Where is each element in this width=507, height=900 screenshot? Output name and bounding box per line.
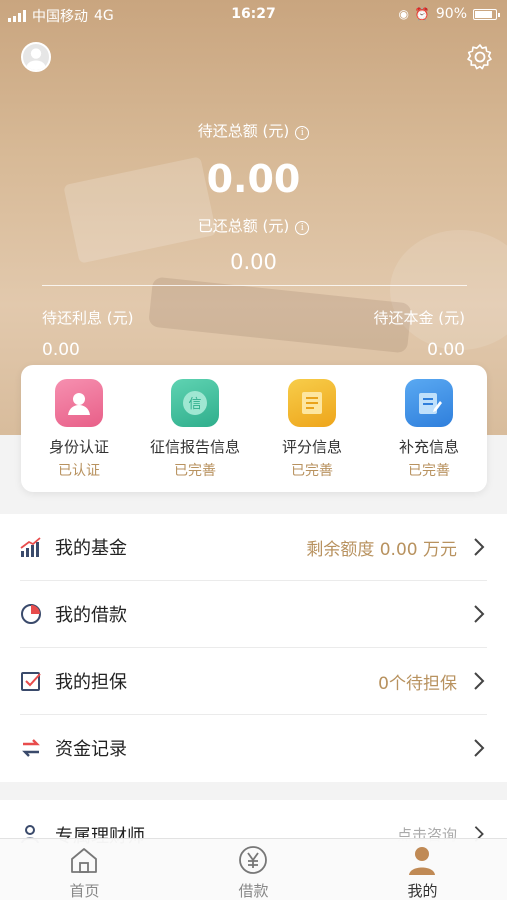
chevron-right-icon [474,672,485,690]
pending-interest-value: 0.00 [42,340,80,360]
tab-loan[interactable]: 借款 [169,839,338,900]
feature-score[interactable]: 评分信息 已完善 [254,365,370,492]
chevron-right-icon [474,538,485,556]
menu-item-fund[interactable]: 我的基金 剩余额度 0.00 万元 [0,514,507,581]
info-icon[interactable]: i [295,126,310,140]
menu-item-guarantee[interactable]: 我的担保 0个待担保 [0,648,507,715]
menu-item-loan[interactable]: 我的借款 [0,581,507,648]
tab-profile[interactable]: 我的 [338,839,507,900]
divider [42,285,467,286]
feature-supplement[interactable]: 补充信息 已完善 [371,365,487,492]
repaid-total-label: 已还总额 (元) i [0,215,507,236]
tab-label: 我的 [407,882,438,900]
score-icon [288,379,336,427]
supplement-icon [405,379,453,427]
svg-text:信: 信 [188,397,201,412]
feature-title: 补充信息 [398,438,459,456]
chevron-right-icon [474,739,485,757]
pending-principal-value: 0.00 [427,340,465,360]
feature-credit-report[interactable]: 信 征信报告信息 已完善 [137,365,253,492]
menu-title: 资金记录 [55,739,127,760]
alarm-icon: ⏰ [414,7,430,21]
feature-title: 征信报告信息 [149,438,240,456]
feature-title: 身份认证 [48,438,109,456]
menu-item-records[interactable]: 资金记录 [0,715,507,782]
tab-label: 首页 [69,882,100,900]
menu-title: 我的基金 [55,538,127,559]
guarantee-icon [21,672,41,691]
menu-title: 我的借款 [55,605,127,626]
avatar[interactable] [21,42,51,72]
yen-icon [239,846,267,874]
repaid-total-label-text: 已还总额 (元) [197,217,290,235]
chevron-right-icon [474,605,485,623]
avatar-icon [26,48,46,70]
info-icon[interactable]: i [295,221,310,235]
verification-card: 身份认证 已认证 信 征信报告信息 已完善 评分信息 已完善 补充信息 已完善 [21,365,487,492]
repaid-total-value: 0.00 [230,250,277,274]
loan-pie-icon [21,604,41,624]
lock-rotation-icon: ◉ [398,7,409,21]
id-auth-icon [55,379,103,427]
tab-label: 借款 [238,882,269,900]
pending-interest-label: 待还利息 (元) [42,309,134,327]
menu-title: 我的担保 [55,672,127,693]
credit-report-icon: 信 [171,379,219,427]
transfer-icon [22,739,40,757]
feature-status: 已认证 [58,463,100,479]
pending-total-value: 0.00 [206,157,301,201]
tab-home[interactable]: 首页 [0,839,169,900]
battery-icon [473,8,500,20]
bg-decoration [148,276,412,354]
feature-id-auth[interactable]: 身份认证 已认证 [21,365,137,492]
status-bar: 中国移动 4G 16:27 ◉ ⏰ 90% [0,0,507,28]
menu-value: 0个待担保 [378,674,457,694]
battery-percent: 90% [435,6,467,22]
menu-list: 我的基金 剩余额度 0.00 万元 我的借款 我的担保 0个待担保 资金记录 [0,514,507,782]
pending-principal-label: 待还本金 (元) [373,309,465,327]
pending-total-label-text: 待还总额 (元) [197,122,290,140]
feature-title: 评分信息 [281,438,342,456]
home-icon [71,848,97,873]
fund-chart-icon [20,537,41,557]
feature-status: 已完善 [291,463,333,479]
feature-status: 已完善 [408,463,450,479]
profile-icon [409,847,435,875]
feature-status: 已完善 [174,463,216,479]
tab-bar: 首页 借款 我的 [0,838,507,900]
gear-icon[interactable] [466,43,494,71]
menu-value: 剩余额度 0.00 万元 [306,540,457,560]
pending-total-label: 待还总额 (元) i [0,120,507,141]
